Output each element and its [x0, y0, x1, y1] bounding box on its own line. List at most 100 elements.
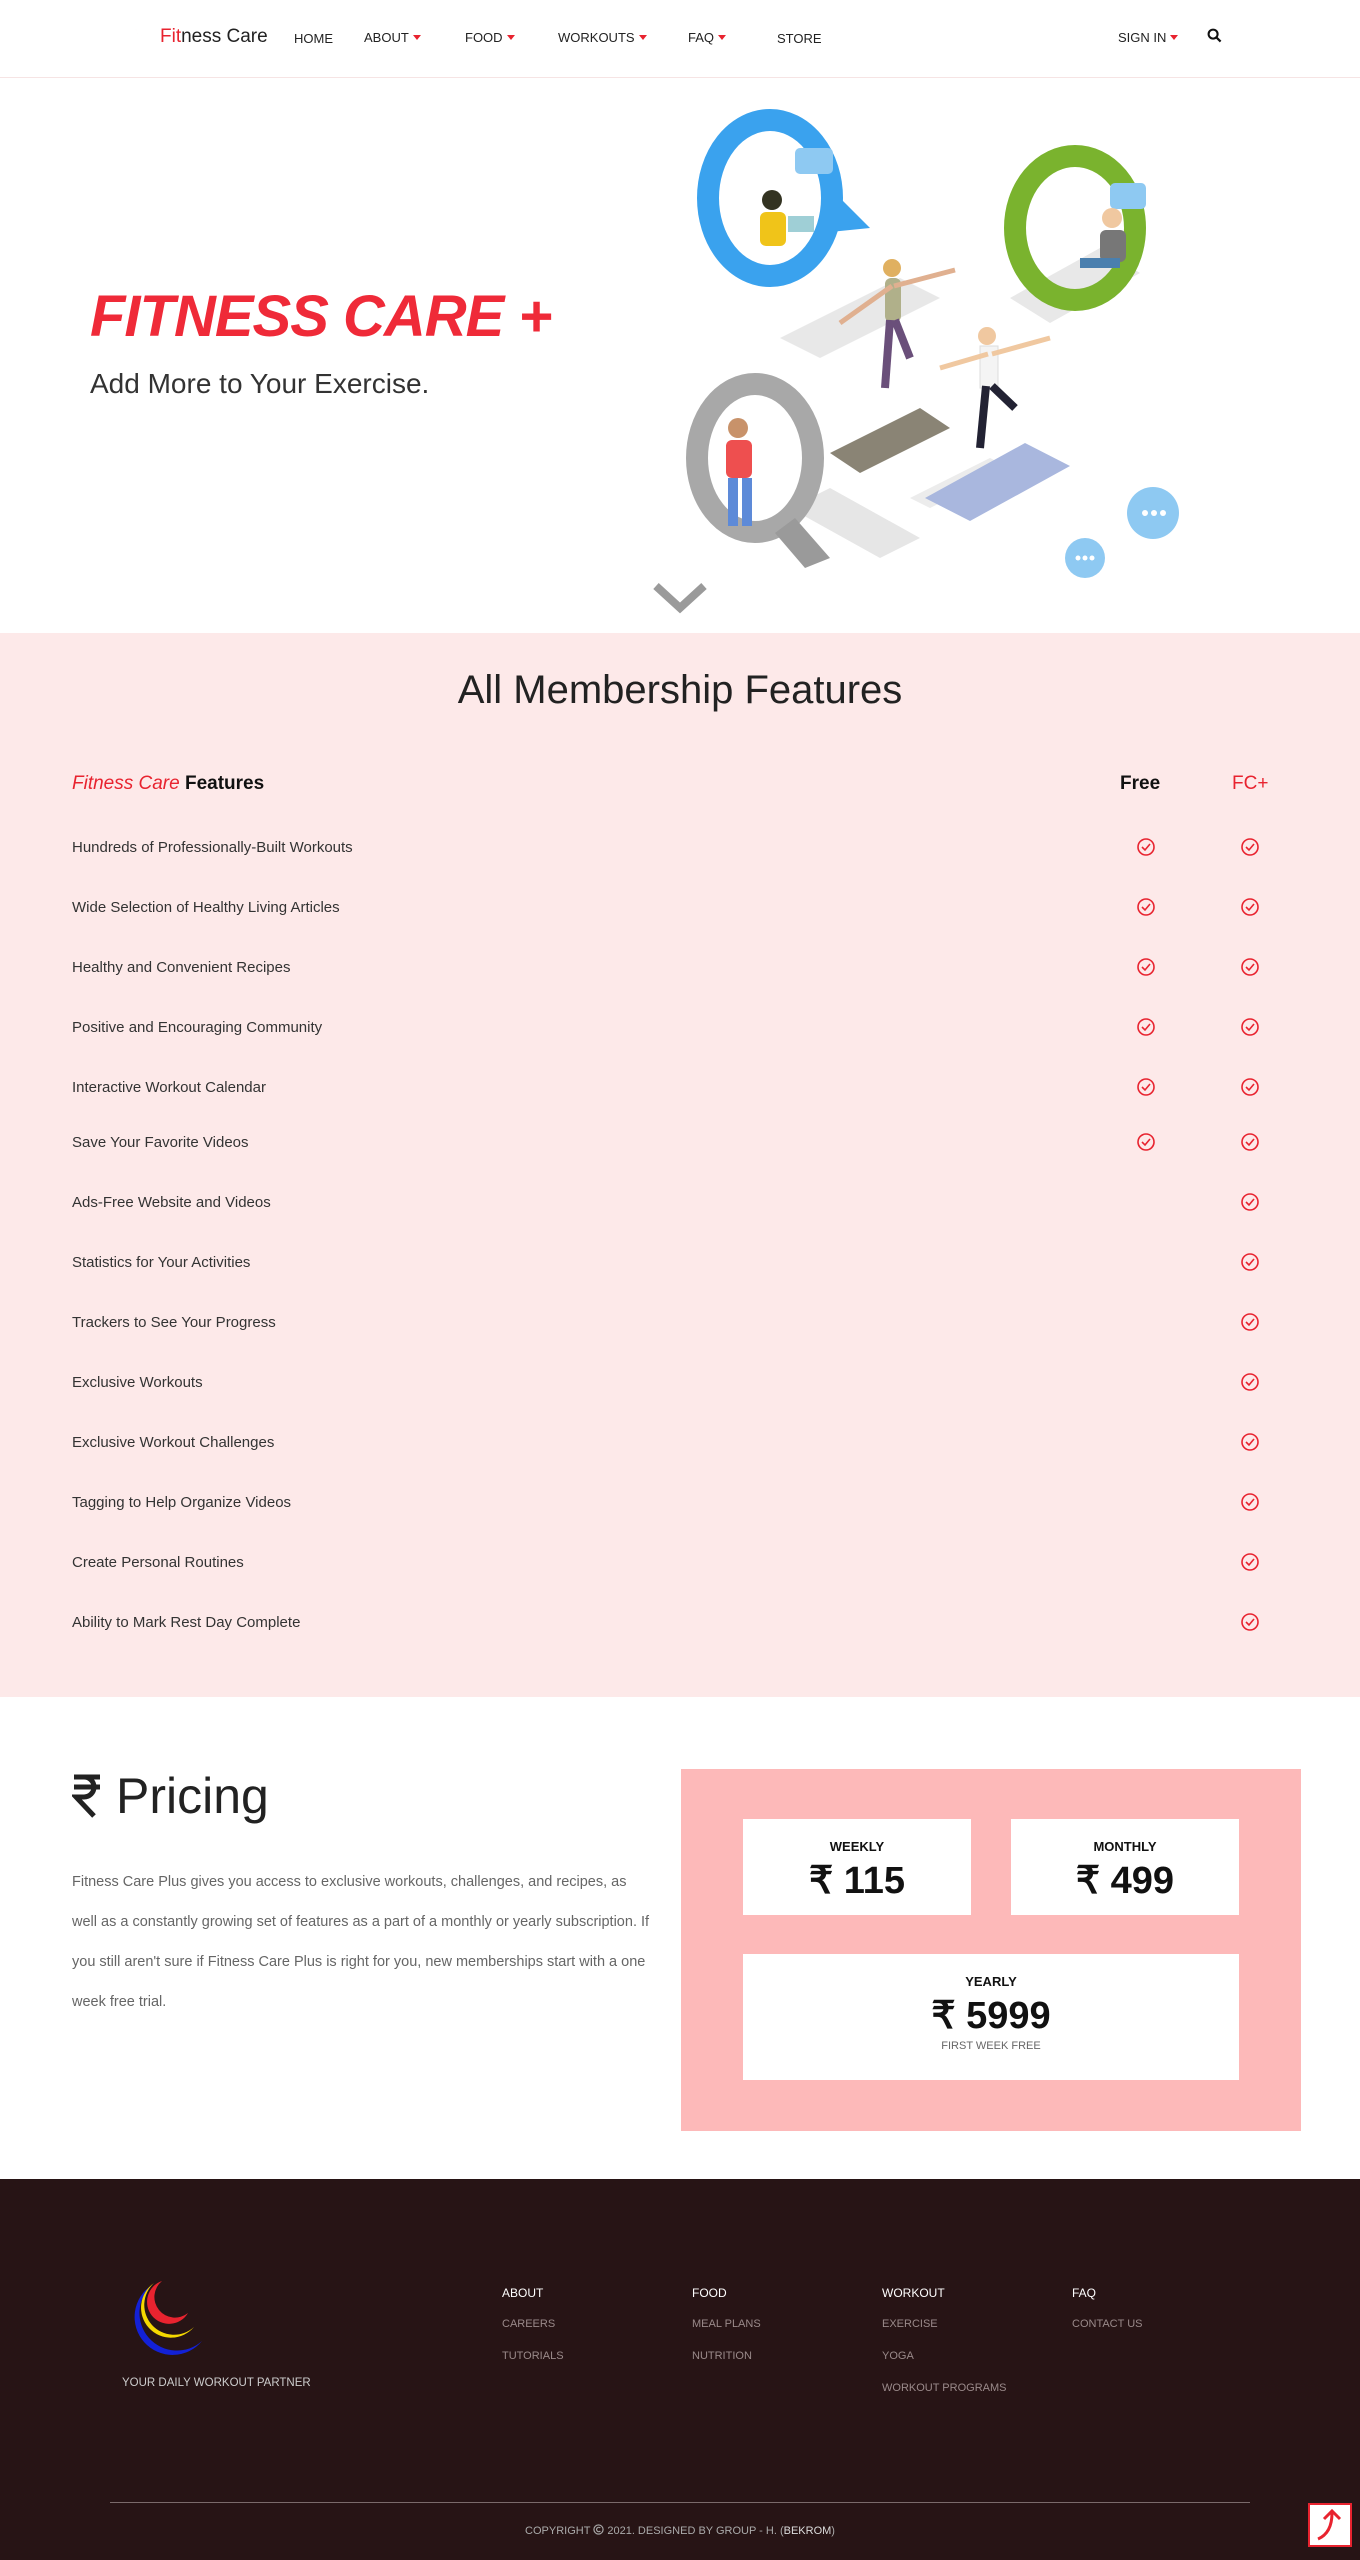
chevron-down-icon[interactable] [652, 580, 708, 614]
feature-label: Healthy and Convenient Recipes [72, 959, 291, 976]
copyright-text: 2021. DESIGNED BY GROUP - H. ( [607, 2525, 784, 2537]
feature-label: Ability to Mark Rest Day Complete [72, 1614, 301, 1631]
feature-label: Hundreds of Professionally-Built Workout… [72, 839, 353, 856]
pricing-plans-panel: WEEKLY ₹ 115 MONTHLY ₹ 499 YEARLY ₹ 5999… [681, 1769, 1301, 2131]
plan-yearly-card[interactable]: YEARLY ₹ 5999 FIRST WEEK FREE [743, 1954, 1239, 2080]
footer-link-workout-programs[interactable]: WORKOUT PROGRAMS [882, 2382, 1006, 2394]
nav-workouts[interactable]: WORKOUTS [558, 30, 647, 45]
feature-row: Wide Selection of Healthy Living Article… [72, 893, 1292, 923]
nav-faq-label: FAQ [688, 30, 715, 45]
hero-title: FITNESS CARE + [90, 284, 552, 349]
features-heading-brand: Fitness Care [72, 773, 180, 794]
footer-link-yoga[interactable]: YOGA [882, 2350, 1006, 2362]
check-circle-icon [1241, 1493, 1259, 1511]
feature-label: Ads-Free Website and Videos [72, 1194, 271, 1211]
feature-label: Positive and Encouraging Community [72, 1019, 323, 1036]
feature-label: Trackers to See Your Progress [72, 1314, 276, 1331]
footer-tagline: YOUR DAILY WORKOUT PARTNER [122, 2377, 311, 2389]
pricing-title: Pricing [72, 1767, 269, 1825]
hero-subtitle: Add More to Your Exercise. [90, 368, 430, 399]
hero-section: FITNESS CARE + Add More to Your Exercise… [0, 78, 1360, 633]
caret-down-icon [638, 35, 647, 40]
caret-down-icon [506, 35, 515, 40]
footer-link-meal-plans[interactable]: MEAL PLANS [692, 2318, 761, 2330]
back-to-top-button[interactable] [1308, 2503, 1352, 2547]
check-circle-icon [1241, 898, 1259, 916]
nav-store[interactable]: STORE [777, 31, 822, 46]
nav-sign-in[interactable]: SIGN IN [1118, 30, 1179, 45]
pricing-section: Pricing Fitness Care Plus gives you acce… [0, 1697, 1360, 2179]
check-circle-icon [1241, 1018, 1259, 1036]
check-circle-icon [1137, 1018, 1155, 1036]
pricing-title-text: Pricing [116, 1768, 269, 1824]
feature-row: Statistics for Your Activities [72, 1248, 1292, 1278]
plan-monthly-card[interactable]: MONTHLY ₹ 499 [1011, 1819, 1239, 1915]
brand-logo-icon [128, 25, 150, 47]
plan-price: ₹ 499 [1075, 1860, 1175, 1902]
feature-row: Interactive Workout Calendar [72, 1073, 1292, 1103]
check-circle-icon [1241, 838, 1259, 856]
footer-divider [110, 2502, 1250, 2503]
plan-price: ₹ 5999 [931, 1995, 1051, 2037]
feature-label: Interactive Workout Calendar [72, 1079, 266, 1096]
column-header-free: Free [1120, 773, 1161, 794]
search-button[interactable] [1207, 28, 1222, 43]
feature-row: Positive and Encouraging Community [72, 1013, 1292, 1043]
footer-link-contact-us[interactable]: CONTACT US [1072, 2318, 1143, 2330]
footer-column-faq: FAQ CONTACT US [1072, 2286, 1143, 2350]
section-title: All Membership Features [457, 668, 903, 712]
check-circle-icon [1241, 1193, 1259, 1211]
feature-label: Save Your Favorite Videos [72, 1134, 249, 1151]
feature-row: Healthy and Convenient Recipes [72, 953, 1292, 983]
footer-link-tutorials[interactable]: TUTORIALS [502, 2350, 564, 2362]
check-circle-icon [1241, 1133, 1259, 1151]
footer-link-exercise[interactable]: EXERCISE [882, 2318, 1006, 2330]
plan-label: WEEKLY [829, 1839, 885, 1854]
nav-home[interactable]: HOME [294, 31, 333, 46]
nav-about-label: ABOUT [364, 30, 409, 45]
footer: YOUR DAILY WORKOUT PARTNER ABOUT CAREERS… [0, 2179, 1360, 2560]
feature-label: Create Personal Routines [72, 1554, 244, 1571]
feature-row: Ads-Free Website and Videos [72, 1188, 1292, 1218]
check-circle-icon [1137, 838, 1155, 856]
footer-column-workout: WORKOUT EXERCISE YOGA WORKOUT PROGRAMS [882, 2286, 1006, 2414]
check-circle-icon [1137, 898, 1155, 916]
check-circle-icon [1241, 1313, 1259, 1331]
plan-price: ₹ 115 [808, 1860, 906, 1902]
copyright-brand-link[interactable]: BEKROM [784, 2525, 832, 2537]
nav-faq[interactable]: FAQ [688, 30, 727, 45]
nav-food[interactable]: FOOD [465, 30, 515, 45]
plan-weekly-card[interactable]: WEEKLY ₹ 115 [743, 1819, 971, 1915]
nav-workouts-label: WORKOUTS [558, 30, 635, 45]
footer-link-nutrition[interactable]: NUTRITION [692, 2350, 761, 2362]
nav-about[interactable]: ABOUT [364, 30, 421, 45]
hero-illustration [686, 109, 1179, 578]
plan-label: MONTHLY [1093, 1839, 1157, 1854]
pricing-description: Fitness Care Plus gives you access to ex… [72, 1874, 650, 2010]
sign-in-label: SIGN IN [1118, 30, 1167, 45]
nav-store-label: STORE [777, 31, 822, 46]
column-header-fc-plus: FC+ [1232, 773, 1269, 794]
feature-row: Tagging to Help Organize Videos [72, 1488, 1292, 1518]
caret-down-icon [718, 35, 727, 40]
nav-home-label: HOME [294, 31, 333, 46]
brand-name: ness Care [181, 26, 268, 47]
feature-row: Trackers to See Your Progress [72, 1308, 1292, 1338]
footer-column-about: ABOUT CAREERS TUTORIALS [502, 2286, 564, 2382]
brand-logo-link[interactable]: Fitness Care [122, 24, 268, 50]
check-circle-icon [1241, 1078, 1259, 1096]
check-circle-icon [1241, 1553, 1259, 1571]
check-circle-icon [1241, 1253, 1259, 1271]
check-circle-icon [1241, 1433, 1259, 1451]
footer-logo-icon [134, 2281, 202, 2355]
copyright-close: ) [831, 2525, 835, 2537]
top-navbar: Fitness Care HOME ABOUT FOOD WORKOUTS FA… [0, 0, 1360, 78]
feature-label: Exclusive Workouts [72, 1374, 203, 1391]
feature-row: Hundreds of Professionally-Built Workout… [72, 833, 1292, 863]
plan-label: YEARLY [965, 1974, 1017, 1989]
check-circle-icon [1137, 1078, 1155, 1096]
footer-link-careers[interactable]: CAREERS [502, 2318, 564, 2330]
features-section: All Membership Features Fitness Care Fea… [0, 633, 1360, 1697]
footer-heading: WORKOUT [882, 2286, 945, 2300]
check-circle-icon [1137, 958, 1155, 976]
